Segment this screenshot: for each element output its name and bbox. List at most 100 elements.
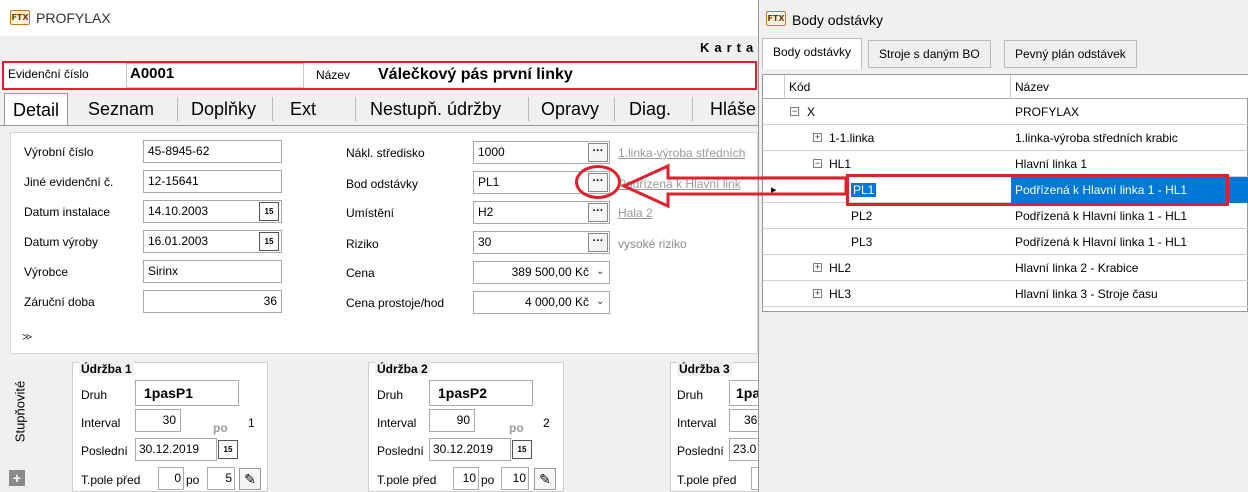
po-label: po (509, 421, 524, 435)
add-icon[interactable]: + (9, 470, 25, 486)
main-tabs: Detail Seznam Doplňky Ext Nestupň. údržb… (0, 93, 760, 125)
tab-doplnky[interactable]: Doplňky (183, 93, 264, 125)
app-logo-icon: FTX (10, 10, 30, 25)
interval-num: 1 (248, 416, 255, 430)
brush-icon[interactable]: ✎ (534, 468, 556, 490)
udrzba-3-title: Údržba 3 (677, 362, 732, 376)
tpole-po-field[interactable]: 10 (501, 467, 529, 490)
cena-prostoje-label: Cena prostoje/hod (346, 296, 445, 310)
stupnovite-text: Stupňovité (12, 380, 28, 443)
column-kod-header[interactable]: Kód (785, 75, 1011, 99)
dialog-tab-body-odstavky[interactable]: Body odstávky (762, 38, 863, 69)
tpole-label: T.pole před (377, 473, 437, 487)
interval-label: Interval (81, 416, 121, 430)
tab-ext[interactable]: Ext (282, 93, 324, 125)
app-title: PROFYLAX (36, 10, 111, 26)
tree-row[interactable]: + HL2 Hlavní linka 2 - Krabice (763, 255, 1248, 281)
main-title-bar (0, 0, 760, 36)
udrzba-2-group: Údržba 2 Druh 1pasP2 Interval 90 po 2 Po… (368, 362, 564, 492)
nakl-stredisko-label: Nákl. středisko (346, 146, 425, 160)
vyrobni-cislo-field[interactable]: 45-8945-62 (143, 140, 282, 163)
tab-opravy[interactable]: Opravy (533, 93, 607, 125)
chevron-down-icon[interactable]: ⌄ (596, 296, 604, 307)
row-nazev: Hlavní linka 3 - Stroje času (1015, 287, 1158, 301)
datum-instalace-label: Datum instalace (24, 205, 111, 219)
brush-icon[interactable]: ✎ (239, 468, 261, 490)
evid-label: Evidenční číslo (8, 67, 89, 81)
row-nazev: 1.linka-výroba středních krabic (1015, 131, 1178, 145)
vyrobni-cislo-label: Výrobní číslo (24, 145, 94, 159)
tpole-po-field[interactable]: 5 (207, 467, 235, 490)
tab-nestupn-udrzby[interactable]: Nestupň. údržby (362, 93, 509, 125)
row-indicator-header (763, 75, 785, 99)
column-nazev-header[interactable]: Název (1011, 75, 1248, 99)
annotation-box (846, 174, 1229, 206)
posledni-label: Poslední (677, 444, 724, 458)
posledni-field[interactable]: 30.12.2019 (429, 438, 511, 461)
interval-num: 2 (543, 416, 550, 430)
row-kod: X (807, 105, 816, 119)
posledni-field[interactable]: 30.12.2019 (135, 438, 217, 461)
expand-icon[interactable]: + (813, 133, 822, 142)
row-nazev: Podřízená k Hlavní linka 1 - HL1 (1015, 235, 1188, 249)
cena-label: Cena (346, 266, 375, 280)
tab-separator (692, 97, 693, 121)
annotation-arrow (620, 163, 848, 209)
vyrobce-field[interactable]: Sirinx (143, 260, 282, 283)
tree-row[interactable]: − X PROFYLAX (763, 99, 1248, 125)
po-label: po (213, 421, 228, 435)
vyrobce-label: Výrobce (24, 265, 69, 279)
calendar-icon[interactable]: 15 (259, 202, 279, 221)
lookup-button[interactable]: ··· (588, 233, 608, 252)
riziko-label: Riziko (346, 237, 379, 251)
tree-row[interactable]: PL3 Podřízená k Hlavní linka 1 - HL1 (763, 229, 1248, 255)
tree-row[interactable]: + 1-1.linka 1.linka-výroba středních kra… (763, 125, 1248, 151)
nazev-value[interactable]: Válečkový pás první linky (378, 66, 573, 84)
karta-heading: Karta (700, 40, 759, 55)
collapse-icon[interactable]: − (790, 107, 799, 116)
tpole-field[interactable]: 10 (453, 467, 479, 490)
lookup-button[interactable]: ··· (588, 203, 608, 222)
tpole-label: T.pole před (81, 473, 141, 487)
riziko-note: vysoké riziko (618, 237, 687, 251)
tab-separator (614, 97, 615, 121)
druh-field[interactable]: 1pasP2 (429, 380, 533, 406)
tab-detail[interactable]: Detail (4, 93, 69, 125)
calendar-icon[interactable]: 15 (259, 232, 279, 251)
dialog-tab-stroje[interactable]: Stroje s daným BO (868, 40, 991, 68)
tab-diag[interactable]: Diag. (621, 93, 679, 125)
po-label: po (481, 473, 495, 487)
chevron-down-icon[interactable]: ⌄ (596, 266, 604, 277)
druh-label: Druh (377, 388, 404, 402)
datum-vyroby-label: Datum výroby (24, 235, 99, 249)
row-kod: HL2 (829, 261, 852, 275)
tpole-field[interactable]: 0 (158, 467, 184, 490)
tree-row[interactable]: + HL3 Hlavní linka 3 - Stroje času (763, 281, 1248, 307)
expand-chevron-icon[interactable]: ≫ (22, 332, 32, 343)
tab-separator (355, 97, 356, 121)
zarucni-doba-label: Záruční doba (24, 295, 95, 309)
calendar-icon[interactable]: 15 (512, 440, 532, 459)
interval-field[interactable]: 30 (135, 409, 181, 432)
expand-icon[interactable]: + (813, 263, 822, 272)
udrzba-2-title: Údržba 2 (375, 362, 430, 376)
interval-field[interactable]: 90 (429, 409, 475, 432)
lookup-button[interactable]: ··· (588, 143, 608, 162)
nakl-stredisko-link[interactable]: 1.linka-výroba středních (618, 146, 756, 160)
jine-evid-field[interactable]: 12-15641 (143, 170, 282, 193)
tab-underline (0, 125, 760, 126)
zarucni-doba-field[interactable]: 36 (143, 290, 282, 313)
calendar-icon[interactable]: 15 (218, 440, 238, 459)
tab-seznam[interactable]: Seznam (80, 93, 162, 125)
cena-prostoje-field[interactable]: 4 000,00 Kč (473, 291, 610, 314)
tab-separator (528, 97, 529, 121)
expand-icon[interactable]: + (813, 289, 822, 298)
tab-hlaseni[interactable]: Hláše (702, 93, 764, 125)
evid-value: A0001 (130, 65, 175, 82)
row-nazev: PROFYLAX (1015, 105, 1080, 119)
cena-field[interactable]: 389 500,00 Kč (473, 261, 610, 284)
dialog-title: Body odstávky (792, 12, 884, 28)
udrzba-3-group: Údržba 3 Druh 1pa Interval 36 Poslední 2… (670, 362, 771, 492)
druh-field[interactable]: 1pasP1 (135, 380, 239, 406)
dialog-tab-pevny-plan[interactable]: Pevný plán odstávek (1004, 40, 1137, 68)
